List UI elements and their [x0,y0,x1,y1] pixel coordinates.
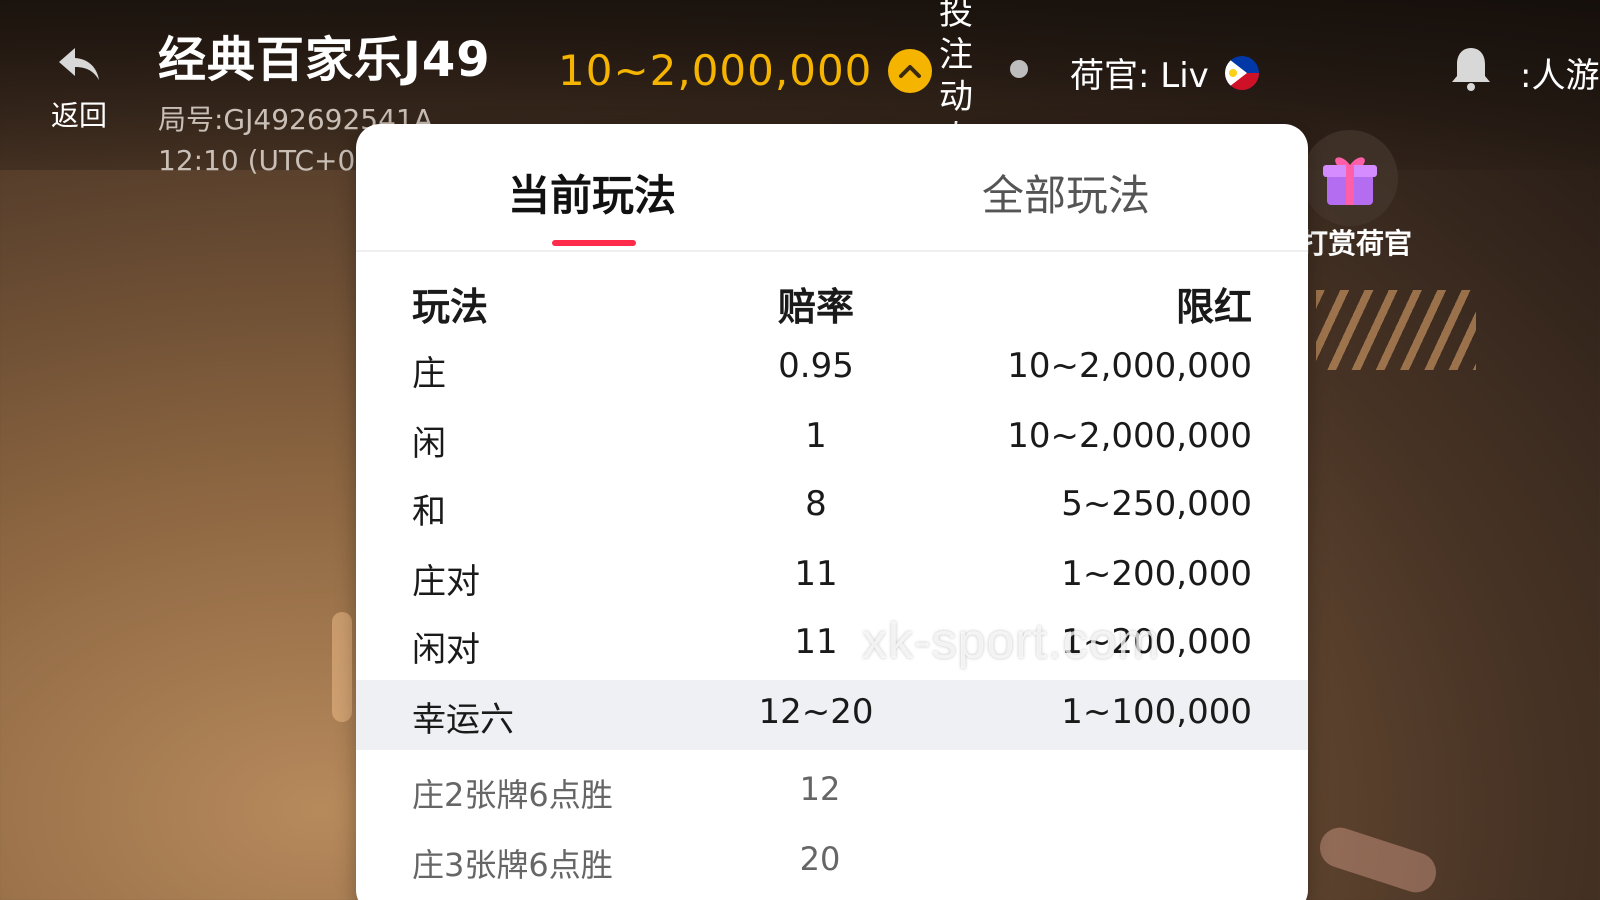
active-tab-indicator [552,240,636,246]
back-label: 返回 [50,99,107,132]
gift-icon [1302,130,1398,226]
play-name: 闲 [412,424,446,464]
back-arrow-icon [59,48,99,80]
odds-value: 0.95 [778,346,854,386]
table-row-highlighted: 幸运六 12~20 1~100,000 [356,680,1308,750]
column-header-odds: 赔率 [777,285,854,329]
odds-value: 11 [794,554,838,594]
back-button[interactable]: 返回 [44,44,114,134]
players-label: :人游 [1520,56,1600,96]
odds-value: 11 [794,622,838,662]
table-row: 闲 1 10~2,000,000 [356,404,1308,470]
decorative-stripes [1316,290,1476,370]
sub-play-name: 庄3张牌6点胜 [412,846,613,884]
table-row: 庄对 11 1~200,000 [356,542,1308,608]
panel-tabs: 当前玩法 全部玩法 [356,124,1308,252]
limit-value: 1~200,000 [1061,622,1252,662]
decorative-arc [332,612,352,722]
limit-value: 1~100,000 [1061,692,1252,732]
table-header: 玩法 赔率 限红 [356,264,1308,330]
table-limit-value: 10~2,000,000 [558,46,873,95]
table-row: 闲对 11 1~200,000 [356,610,1308,676]
sub-row: 庄3张牌6点胜 20 [356,828,1308,894]
dealer-name: 荷官: Liv [1070,56,1209,96]
play-name: 闲对 [412,630,480,670]
limit-value: 5~250,000 [1061,484,1252,524]
table-row: 庄 0.95 10~2,000,000 [356,334,1308,400]
odds-value: 8 [805,484,827,524]
play-name: 和 [412,492,446,532]
table-row: 和 8 5~250,000 [356,472,1308,538]
table-limit-toggle[interactable]: 10~2,000,000 [558,46,933,95]
tab-all-plays[interactable]: 全部玩法 [982,162,1150,223]
play-name: 幸运六 [412,700,514,740]
tip-dealer-label: 打赏荷官 [1300,227,1413,260]
limit-value: 10~2,000,000 [1007,416,1252,456]
dealer-info[interactable]: 荷官: Liv [1070,48,1259,97]
notification-bell-icon[interactable] [1448,44,1494,96]
dropdown-dot-icon[interactable] [1010,60,1028,78]
limit-value: 1~200,000 [1061,554,1252,594]
sub-row: 庄2张牌6点胜 12 [356,758,1308,824]
play-name: 庄 [412,354,446,394]
column-header-limit: 限红 [1175,285,1252,329]
tip-dealer-button[interactable]: 打赏荷官 [1300,130,1413,262]
tab-current-plays[interactable]: 当前玩法 [508,162,676,223]
philippines-flag-icon [1224,55,1259,90]
table-title: 经典百家乐J49 [158,32,491,88]
bet-limits-panel: 当前玩法 全部玩法 玩法 赔率 限红 庄 0.95 10~2,000,000 闲… [356,124,1308,900]
sub-odds-value: 12 [799,770,841,808]
sub-play-name: 庄2张牌6点胜 [412,776,613,814]
sub-odds-value: 20 [799,840,841,878]
odds-value: 12~20 [758,692,874,732]
column-header-play: 玩法 [412,285,489,329]
play-name: 庄对 [412,562,480,602]
chevron-up-icon[interactable] [888,48,933,93]
decorative-arc-right [1314,822,1442,898]
odds-value: 1 [805,416,827,456]
limit-value: 10~2,000,000 [1007,346,1252,386]
